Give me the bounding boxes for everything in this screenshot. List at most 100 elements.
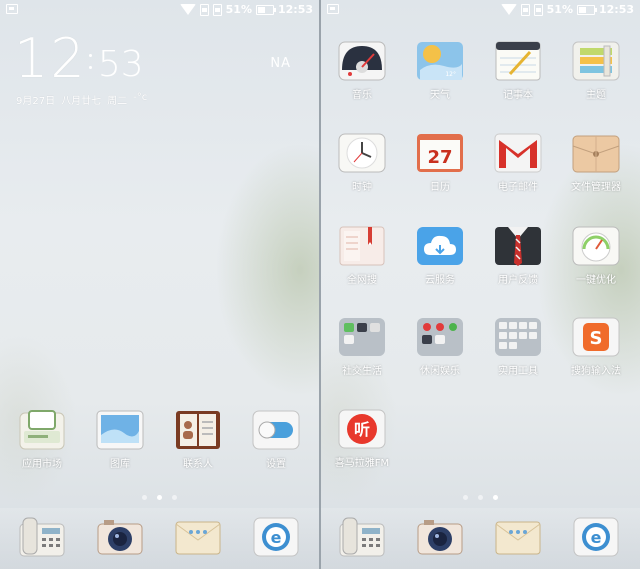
app-label: 实用工具 <box>498 366 538 377</box>
dock-messages[interactable] <box>163 516 233 558</box>
clock-widget[interactable]: 12 53 <box>14 30 144 88</box>
svg-text:e: e <box>591 528 602 547</box>
app-weather[interactable]: 12° 天气 <box>405 40 475 101</box>
app-label: 主题 <box>586 90 606 101</box>
app-feedback[interactable]: 用户反馈 <box>483 225 553 286</box>
app-market-icon <box>18 409 66 451</box>
app-label: 文件管理器 <box>571 182 621 193</box>
music-icon <box>338 40 386 82</box>
app-label: 音乐 <box>352 90 372 101</box>
app-gallery[interactable]: 图库 <box>85 409 155 470</box>
page-dot[interactable] <box>142 495 147 500</box>
calendar-day: 27 <box>427 147 452 168</box>
battery-icon <box>576 4 597 15</box>
app-label: 时钟 <box>352 182 372 193</box>
home-screen-left[interactable]: 51% 12:53 12 53 NA 9月27日 八月廿七 周二 -°c 应用市… <box>0 0 319 569</box>
clock-hour: 12 <box>14 27 87 90</box>
phone-icon <box>338 516 386 558</box>
svg-text:12°: 12° <box>445 71 456 78</box>
phone-icon <box>18 516 66 558</box>
app-contacts[interactable]: 联系人 <box>163 409 233 470</box>
app-clock[interactable]: 时钟 <box>327 132 397 193</box>
dock-phone[interactable] <box>7 516 77 558</box>
email-icon <box>494 132 542 174</box>
app-label: 天气 <box>430 90 450 101</box>
calendar-icon: 27 <box>416 132 464 174</box>
clock-icon <box>338 132 386 174</box>
app-ximalaya[interactable]: 听 喜马拉雅FM <box>327 408 397 469</box>
home-screen-right[interactable]: 51% 12:53 音乐 12° 天气 记事本 主题 时钟 27 日历 电子邮件… <box>321 0 640 569</box>
page-indicator[interactable] <box>0 495 319 500</box>
app-market[interactable]: 应用市场 <box>7 409 77 470</box>
app-cloud[interactable]: 云服务 <box>405 225 475 286</box>
messages-icon <box>174 516 222 558</box>
sim2-icon <box>533 3 543 16</box>
svg-text:e: e <box>271 528 282 547</box>
search-doc-icon <box>338 225 386 267</box>
messages-icon <box>494 516 542 558</box>
folder-social[interactable]: 社交生活 <box>327 316 397 377</box>
folder-tools[interactable]: 实用工具 <box>483 316 553 377</box>
app-label: 全网搜 <box>347 275 377 286</box>
folder-icon <box>338 316 386 358</box>
camera-icon <box>96 516 144 558</box>
page-indicator[interactable] <box>321 495 640 500</box>
lunar-date: 八月廿七 <box>61 96 102 107</box>
sim-icon <box>520 3 530 16</box>
dock-messages[interactable] <box>483 516 553 558</box>
wifi-icon <box>179 4 196 15</box>
app-label: 电子邮件 <box>498 182 538 193</box>
app-notepad[interactable]: 记事本 <box>483 40 553 101</box>
app-email[interactable]: 电子邮件 <box>483 132 553 193</box>
gallery-icon <box>96 409 144 451</box>
dock-browser[interactable]: e <box>561 516 631 558</box>
clock-colon <box>89 50 93 72</box>
app-optimize[interactable]: 一键优化 <box>561 225 631 286</box>
app-label: 应用市场 <box>22 459 62 470</box>
app-theme[interactable]: 主题 <box>561 40 631 101</box>
page-dot[interactable] <box>172 495 177 500</box>
settings-toggle-icon <box>252 409 300 451</box>
status-time: 12:53 <box>598 3 634 16</box>
app-label: 搜狗输入法 <box>571 366 621 377</box>
app-file-manager[interactable]: 文件管理器 <box>561 132 631 193</box>
page-dot[interactable] <box>463 495 468 500</box>
page-dot[interactable] <box>478 495 483 500</box>
dock-phone[interactable] <box>327 516 397 558</box>
app-label: 图库 <box>110 459 130 470</box>
page-dot-active[interactable] <box>493 495 498 500</box>
app-label: 设置 <box>266 459 286 470</box>
app-sogou[interactable]: S 搜狗输入法 <box>561 316 631 377</box>
optimize-icon <box>572 225 620 267</box>
weather-status[interactable]: NA <box>270 56 291 71</box>
dock-camera[interactable] <box>85 516 155 558</box>
notification-icon <box>327 4 339 14</box>
theme-icon <box>572 40 620 82</box>
cloud-icon <box>416 225 464 267</box>
weather-icon: 12° <box>416 40 464 82</box>
battery-icon <box>255 4 276 15</box>
page-dot-active[interactable] <box>157 495 162 500</box>
sogou-icon: S <box>572 316 620 358</box>
app-music[interactable]: 音乐 <box>327 40 397 101</box>
app-calendar[interactable]: 27 日历 <box>405 132 475 193</box>
browser-icon: e <box>572 516 620 558</box>
app-label: 记事本 <box>503 90 533 101</box>
ximalaya-icon: 听 <box>338 408 386 450</box>
clock-minute: 53 <box>97 44 144 85</box>
app-settings[interactable]: 设置 <box>241 409 311 470</box>
dual-homescreen: 51% 12:53 12 53 NA 9月27日 八月廿七 周二 -°c 应用市… <box>0 0 640 569</box>
feedback-icon <box>494 225 542 267</box>
dock-camera[interactable] <box>405 516 475 558</box>
app-label: 日历 <box>430 182 450 193</box>
app-label: 社交生活 <box>342 366 382 377</box>
folder-icon <box>416 316 464 358</box>
app-search-doc[interactable]: 全网搜 <box>327 225 397 286</box>
dock-browser[interactable]: e <box>241 516 311 558</box>
svg-text:听: 听 <box>354 420 370 439</box>
notepad-icon <box>494 40 542 82</box>
status-bar: 51% 12:53 <box>0 0 319 20</box>
sim2-icon <box>212 3 222 16</box>
date-text: 9月27日 <box>16 96 56 107</box>
folder-leisure[interactable]: 休闲娱乐 <box>405 316 475 377</box>
